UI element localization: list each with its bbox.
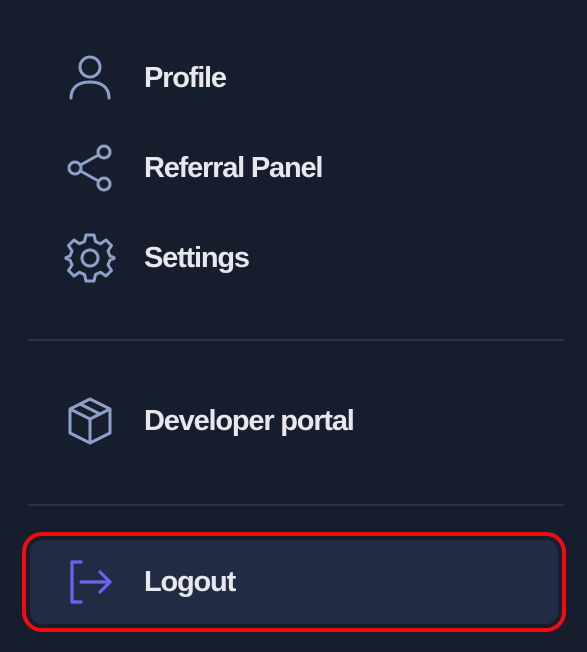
menu-divider xyxy=(28,339,564,341)
account-menu: Profile Referral Panel Settings Develope… xyxy=(0,0,587,652)
user-icon xyxy=(62,50,118,106)
menu-divider xyxy=(28,504,564,506)
menu-item-referral-panel[interactable]: Referral Panel xyxy=(30,128,560,208)
menu-item-profile[interactable]: Profile xyxy=(30,38,560,118)
menu-item-settings[interactable]: Settings xyxy=(30,218,560,298)
highlight-outline xyxy=(22,532,566,632)
menu-item-label: Referral Panel xyxy=(144,151,323,184)
cube-icon xyxy=(62,393,118,449)
menu-item-label: Developer portal xyxy=(144,404,355,437)
gear-icon xyxy=(62,230,118,286)
menu-item-label: Settings xyxy=(144,241,250,274)
menu-item-developer-portal[interactable]: Developer portal xyxy=(30,381,560,461)
menu-item-label: Profile xyxy=(144,61,227,94)
share-icon xyxy=(62,140,118,196)
